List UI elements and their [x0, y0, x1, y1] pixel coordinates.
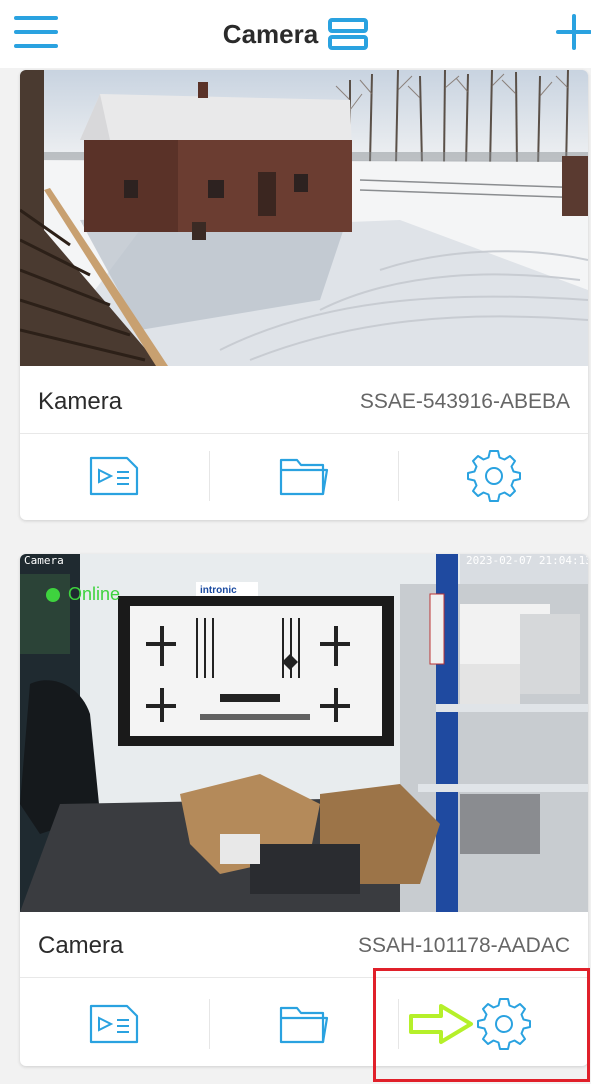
settings-button[interactable] — [399, 432, 588, 520]
folder-button[interactable] — [210, 432, 399, 520]
page-title: Camera — [222, 18, 319, 49]
camera-id: SSAH-101178-AADAC — [357, 933, 570, 957]
playback-button[interactable] — [20, 980, 209, 1066]
camera-preview[interactable]: intronic Camera 2023-02-07 21:04:13 — [20, 554, 588, 912]
top-bar: Camera — [0, 0, 591, 68]
folder-button[interactable] — [210, 980, 399, 1066]
playback-button[interactable] — [20, 432, 209, 520]
osd-camera-name: Camera — [24, 554, 64, 567]
camera-card: Kamera SSAE-543916-ABEBA — [20, 70, 588, 520]
folder-icon — [279, 458, 329, 496]
playback-icon — [90, 456, 139, 496]
gear-icon — [466, 450, 521, 502]
online-dot-icon — [46, 587, 60, 602]
camera-actions — [20, 432, 588, 520]
camera-id: SSAE-543916-ABEBA — [359, 389, 570, 413]
online-label: Online — [68, 584, 121, 604]
layout-toggle-icon[interactable] — [328, 17, 369, 51]
playback-icon — [90, 1004, 139, 1044]
title-group: Camera — [0, 12, 591, 56]
online-status: Online — [46, 584, 120, 605]
camera-name: Camera — [38, 931, 124, 959]
plus-icon[interactable] — [554, 12, 591, 52]
chart-brand: intronic — [200, 585, 237, 596]
camera-preview[interactable] — [20, 70, 588, 366]
folder-icon — [279, 1006, 329, 1044]
osd-timestamp: 2023-02-07 21:04:13 — [466, 554, 588, 567]
camera-info: Kamera SSAE-543916-ABEBA — [20, 370, 588, 434]
highlight-box — [373, 968, 590, 1082]
camera-name: Kamera — [38, 387, 123, 415]
